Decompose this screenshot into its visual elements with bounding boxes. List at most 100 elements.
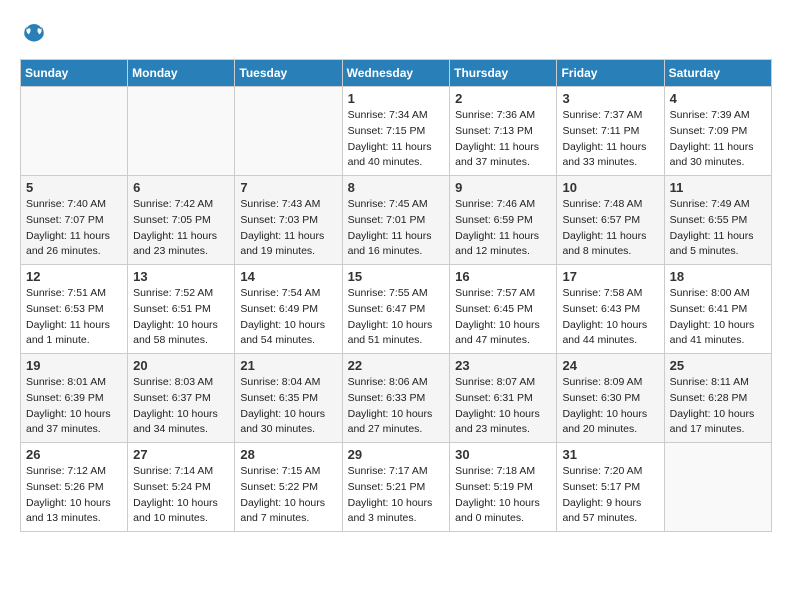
week-row-2: 5 Sunrise: 7:40 AM Sunset: 7:07 PM Daylig… [21,176,772,265]
day-number: 14 [240,269,336,284]
logo [20,20,46,49]
day-number: 11 [670,180,766,195]
day-info: Sunrise: 7:45 AM Sunset: 7:01 PM Dayligh… [348,197,445,260]
day-number: 24 [562,358,658,373]
day-info: Sunrise: 7:51 AM Sunset: 6:53 PM Dayligh… [26,286,122,349]
calendar-cell [128,87,235,176]
day-info: Sunrise: 7:46 AM Sunset: 6:59 PM Dayligh… [455,197,551,260]
day-number: 6 [133,180,229,195]
calendar-cell: 24 Sunrise: 8:09 AM Sunset: 6:30 PM Dayli… [557,354,664,443]
calendar-cell: 30 Sunrise: 7:18 AM Sunset: 5:19 PM Dayli… [450,443,557,532]
week-row-1: 1Sunrise: 7:34 AM Sunset: 7:15 PM Daylig… [21,87,772,176]
calendar-cell [21,87,128,176]
day-number: 31 [562,447,658,462]
day-info: Sunrise: 7:57 AM Sunset: 6:45 PM Dayligh… [455,286,551,349]
day-info: Sunrise: 7:20 AM Sunset: 5:17 PM Dayligh… [562,464,658,527]
day-info: Sunrise: 8:03 AM Sunset: 6:37 PM Dayligh… [133,375,229,438]
day-info: Sunrise: 7:58 AM Sunset: 6:43 PM Dayligh… [562,286,658,349]
day-info: Sunrise: 8:09 AM Sunset: 6:30 PM Dayligh… [562,375,658,438]
calendar-cell: 19Sunrise: 8:01 AM Sunset: 6:39 PM Dayli… [21,354,128,443]
day-info: Sunrise: 7:39 AM Sunset: 7:09 PM Dayligh… [670,108,766,171]
day-header-row: SundayMondayTuesdayWednesdayThursdayFrid… [21,60,772,87]
day-number: 19 [26,358,122,373]
day-info: Sunrise: 7:49 AM Sunset: 6:55 PM Dayligh… [670,197,766,260]
calendar-cell: 3 Sunrise: 7:37 AM Sunset: 7:11 PM Daylig… [557,87,664,176]
week-row-3: 12 Sunrise: 7:51 AM Sunset: 6:53 PM Dayli… [21,265,772,354]
calendar-cell: 16Sunrise: 7:57 AM Sunset: 6:45 PM Dayli… [450,265,557,354]
header-monday: Monday [128,60,235,87]
day-info: Sunrise: 8:06 AM Sunset: 6:33 PM Dayligh… [348,375,445,438]
header-wednesday: Wednesday [342,60,450,87]
day-number: 5 [26,180,122,195]
calendar-cell: 31 Sunrise: 7:20 AM Sunset: 5:17 PM Dayli… [557,443,664,532]
calendar-cell [664,443,771,532]
header-tuesday: Tuesday [235,60,342,87]
header-friday: Friday [557,60,664,87]
day-number: 2 [455,91,551,106]
day-number: 12 [26,269,122,284]
day-info: Sunrise: 7:54 AM Sunset: 6:49 PM Dayligh… [240,286,336,349]
calendar-cell: 27 Sunrise: 7:14 AM Sunset: 5:24 PM Dayli… [128,443,235,532]
day-number: 4 [670,91,766,106]
calendar-cell: 20Sunrise: 8:03 AM Sunset: 6:37 PM Dayli… [128,354,235,443]
day-number: 23 [455,358,551,373]
day-number: 8 [348,180,445,195]
calendar-cell: 5 Sunrise: 7:40 AM Sunset: 7:07 PM Daylig… [21,176,128,265]
day-info: Sunrise: 7:40 AM Sunset: 7:07 PM Dayligh… [26,197,122,260]
calendar-cell [235,87,342,176]
day-number: 29 [348,447,445,462]
page-header [20,20,772,49]
calendar-cell: 12 Sunrise: 7:51 AM Sunset: 6:53 PM Dayli… [21,265,128,354]
day-number: 17 [562,269,658,284]
day-info: Sunrise: 7:48 AM Sunset: 6:57 PM Dayligh… [562,197,658,260]
calendar-cell: 29 Sunrise: 7:17 AM Sunset: 5:21 PM Dayli… [342,443,450,532]
day-info: Sunrise: 7:43 AM Sunset: 7:03 PM Dayligh… [240,197,336,260]
week-row-5: 26 Sunrise: 7:12 AM Sunset: 5:26 PM Dayli… [21,443,772,532]
calendar-cell: 13 Sunrise: 7:52 AM Sunset: 6:51 PM Dayli… [128,265,235,354]
day-number: 27 [133,447,229,462]
calendar-cell: 23 Sunrise: 8:07 AM Sunset: 6:31 PM Dayli… [450,354,557,443]
day-info: Sunrise: 7:18 AM Sunset: 5:19 PM Dayligh… [455,464,551,527]
calendar-cell: 2 Sunrise: 7:36 AM Sunset: 7:13 PM Daylig… [450,87,557,176]
day-info: Sunrise: 7:14 AM Sunset: 5:24 PM Dayligh… [133,464,229,527]
day-number: 9 [455,180,551,195]
day-number: 1 [348,91,445,106]
day-info: Sunrise: 8:04 AM Sunset: 6:35 PM Dayligh… [240,375,336,438]
day-number: 15 [348,269,445,284]
day-info: Sunrise: 7:55 AM Sunset: 6:47 PM Dayligh… [348,286,445,349]
day-number: 28 [240,447,336,462]
day-number: 30 [455,447,551,462]
header-saturday: Saturday [664,60,771,87]
calendar-cell: 8 Sunrise: 7:45 AM Sunset: 7:01 PM Daylig… [342,176,450,265]
day-number: 26 [26,447,122,462]
calendar-cell: 7 Sunrise: 7:43 AM Sunset: 7:03 PM Daylig… [235,176,342,265]
calendar-table: SundayMondayTuesdayWednesdayThursdayFrid… [20,59,772,532]
day-number: 10 [562,180,658,195]
calendar-cell: 9 Sunrise: 7:46 AM Sunset: 6:59 PM Daylig… [450,176,557,265]
header-thursday: Thursday [450,60,557,87]
calendar-cell: 14 Sunrise: 7:54 AM Sunset: 6:49 PM Dayli… [235,265,342,354]
day-info: Sunrise: 7:37 AM Sunset: 7:11 PM Dayligh… [562,108,658,171]
calendar-cell: 11 Sunrise: 7:49 AM Sunset: 6:55 PM Dayli… [664,176,771,265]
day-info: Sunrise: 7:17 AM Sunset: 5:21 PM Dayligh… [348,464,445,527]
day-number: 22 [348,358,445,373]
calendar-cell: 22 Sunrise: 8:06 AM Sunset: 6:33 PM Dayli… [342,354,450,443]
day-number: 7 [240,180,336,195]
calendar-cell: 6Sunrise: 7:42 AM Sunset: 7:05 PM Daylig… [128,176,235,265]
calendar-cell: 1Sunrise: 7:34 AM Sunset: 7:15 PM Daylig… [342,87,450,176]
week-row-4: 19Sunrise: 8:01 AM Sunset: 6:39 PM Dayli… [21,354,772,443]
calendar-cell: 4 Sunrise: 7:39 AM Sunset: 7:09 PM Daylig… [664,87,771,176]
day-info: Sunrise: 7:36 AM Sunset: 7:13 PM Dayligh… [455,108,551,171]
day-info: Sunrise: 7:52 AM Sunset: 6:51 PM Dayligh… [133,286,229,349]
day-info: Sunrise: 8:11 AM Sunset: 6:28 PM Dayligh… [670,375,766,438]
calendar-cell: 28 Sunrise: 7:15 AM Sunset: 5:22 PM Dayli… [235,443,342,532]
calendar-cell: 26 Sunrise: 7:12 AM Sunset: 5:26 PM Dayli… [21,443,128,532]
day-number: 21 [240,358,336,373]
day-number: 13 [133,269,229,284]
calendar-cell: 15 Sunrise: 7:55 AM Sunset: 6:47 PM Dayli… [342,265,450,354]
day-info: Sunrise: 8:07 AM Sunset: 6:31 PM Dayligh… [455,375,551,438]
calendar-cell: 18Sunrise: 8:00 AM Sunset: 6:41 PM Dayli… [664,265,771,354]
day-number: 3 [562,91,658,106]
day-info: Sunrise: 7:12 AM Sunset: 5:26 PM Dayligh… [26,464,122,527]
day-info: Sunrise: 7:15 AM Sunset: 5:22 PM Dayligh… [240,464,336,527]
